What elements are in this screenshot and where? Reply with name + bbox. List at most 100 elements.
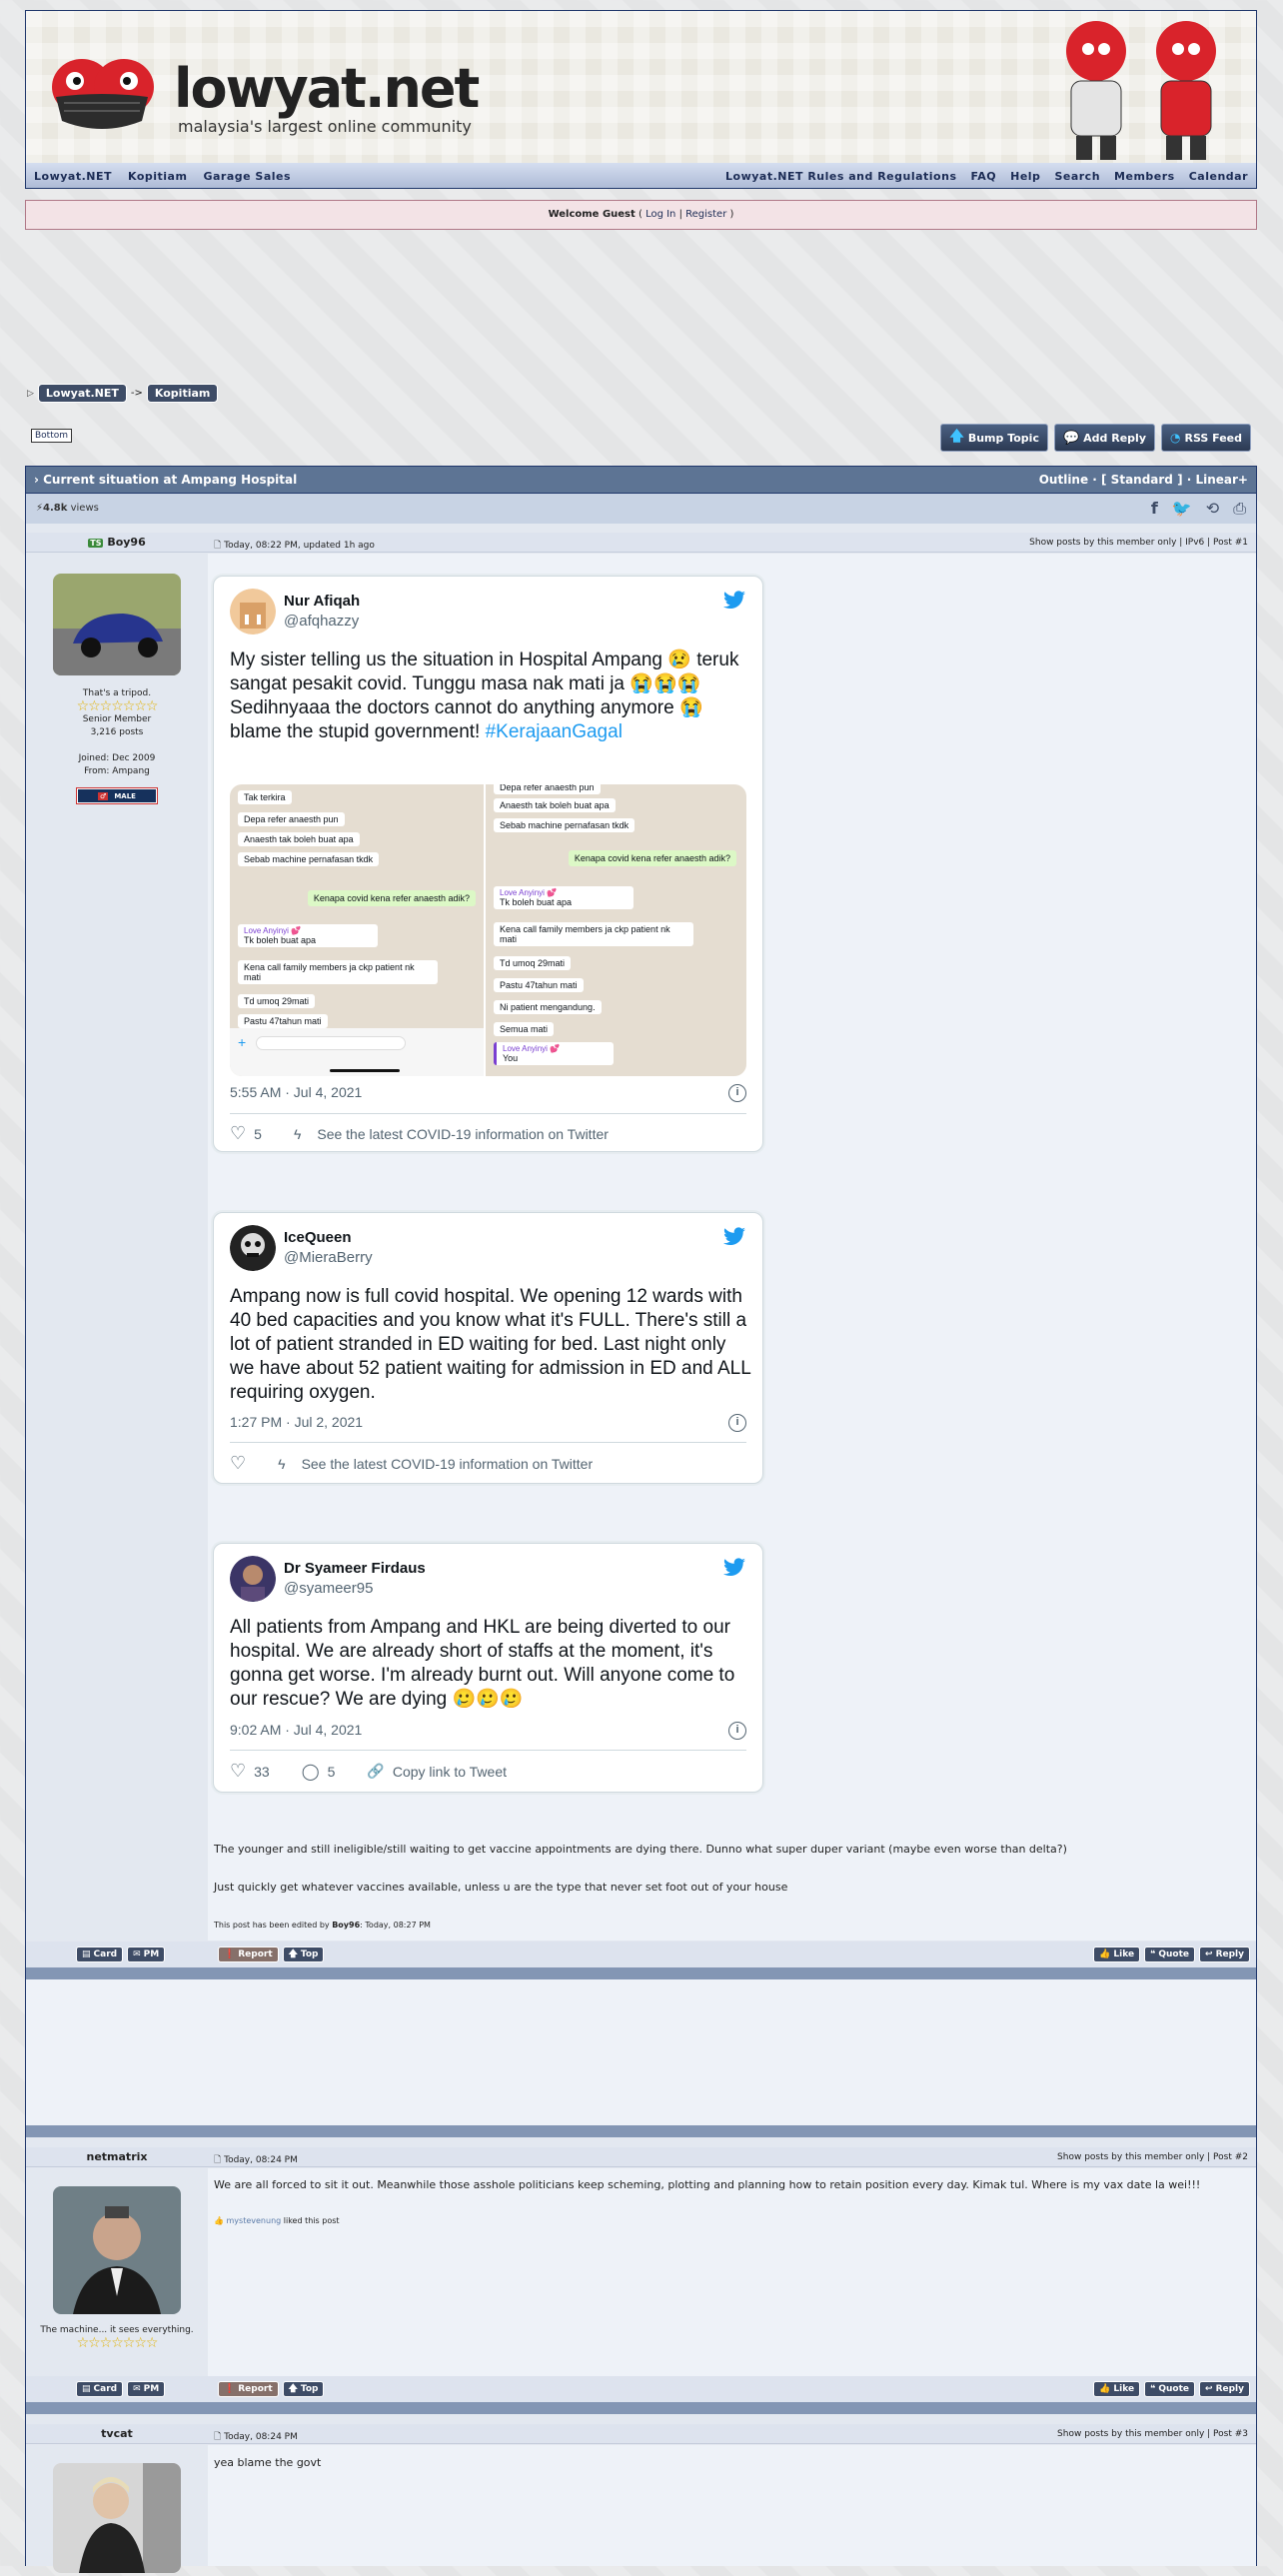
welcome-bar: Welcome Guest ( Log In | Register ) xyxy=(25,200,1257,230)
pm-button[interactable]: ✉ PM xyxy=(127,2381,166,2397)
tree-icon: ▷ xyxy=(27,388,34,399)
post-links[interactable]: Show posts by this member only | Post #2 xyxy=(1057,2152,1248,2162)
views-number: 4.8k xyxy=(43,503,68,514)
mascots-image xyxy=(1066,21,1216,160)
top-button[interactable]: 🡅 Top xyxy=(282,2381,325,2397)
chat-bubble: Pastu 47tahun mati xyxy=(238,1014,328,1028)
embedded-tweet[interactable]: IceQueen @MieraBerry Ampang now is full … xyxy=(213,1212,763,1484)
nav-calendar[interactable]: Calendar xyxy=(1189,170,1248,183)
card-button[interactable]: ▤ Card xyxy=(76,2381,124,2397)
print-icon[interactable]: ⎙ xyxy=(1233,499,1246,519)
heart-icon[interactable]: ♡ xyxy=(230,1761,246,1782)
nav-garage-sales[interactable]: Garage Sales xyxy=(203,170,291,183)
nav-help[interactable]: Help xyxy=(1010,170,1040,183)
twitter-bird-icon[interactable] xyxy=(722,1558,746,1578)
top-button[interactable]: 🡅 Top xyxy=(282,1946,325,1962)
nav-faq[interactable]: FAQ xyxy=(971,170,997,183)
rss-feed-button[interactable]: ◔ RSS Feed xyxy=(1161,424,1251,452)
reply-count[interactable]: 5 xyxy=(328,1764,336,1780)
like-count[interactable]: 5 xyxy=(254,1126,262,1142)
heart-icon[interactable]: ♡ xyxy=(230,1453,246,1474)
bottom-button[interactable]: Bottom xyxy=(31,429,73,443)
twitter-icon[interactable]: 🐦 xyxy=(1172,499,1192,519)
covid-info-link[interactable]: See the latest COVID-19 information on T… xyxy=(317,1126,609,1142)
post-body xyxy=(208,2445,1256,2566)
tweet-avatar[interactable] xyxy=(230,1556,276,1602)
nav-lowyat[interactable]: Lowyat.NET xyxy=(34,170,112,183)
copy-link[interactable]: Copy link to Tweet xyxy=(393,1764,507,1780)
reply-bubble-icon[interactable]: ◯ xyxy=(302,1762,320,1782)
post-links[interactable]: Show posts by this member only | Post #3 xyxy=(1057,2429,1248,2439)
bump-topic-button[interactable]: 🡅 Bump Topic xyxy=(940,424,1048,452)
tweet-text: My sister telling us the situation in Ho… xyxy=(230,648,749,744)
bolt-icon: ϟ xyxy=(278,1455,286,1472)
tweet-date[interactable]: 1:27 PM · Jul 2, 2021 xyxy=(230,1414,363,1430)
avatar[interactable] xyxy=(53,2463,181,2573)
tweet-handle[interactable]: @MieraBerry xyxy=(284,1249,373,1266)
like-button[interactable]: 👍 Like xyxy=(1093,2381,1141,2397)
like-button[interactable]: 👍 Like xyxy=(1093,1946,1141,1962)
tweet-author[interactable]: Nur Afiqah xyxy=(284,593,360,610)
post-links[interactable]: Show posts by this member only | IPv6 | … xyxy=(1029,538,1248,548)
post-author[interactable]: netmatrix xyxy=(26,2150,208,2163)
mask-logo-icon[interactable] xyxy=(42,41,162,141)
home-indicator xyxy=(330,1069,400,1072)
tweet-hashtag[interactable]: #KerajaanGagal xyxy=(486,721,623,742)
like-count[interactable]: 33 xyxy=(254,1764,270,1780)
edit-user[interactable]: Boy96 xyxy=(332,1921,360,1930)
chat-screenshot-right: Depa refer anaesth pun Anaesth tak boleh… xyxy=(486,784,744,1076)
author-name[interactable]: Boy96 xyxy=(107,536,145,549)
reply-button[interactable]: ↩ Reply xyxy=(1199,1946,1250,1962)
quote-button[interactable]: ❝ Quote xyxy=(1144,2381,1196,2397)
report-button[interactable]: ❗ Report xyxy=(218,2381,279,2397)
history-icon[interactable]: ⟲ xyxy=(1206,499,1219,519)
info-icon[interactable]: i xyxy=(728,1722,746,1740)
tweet-avatar[interactable] xyxy=(230,1225,276,1271)
tweet-image[interactable]: Tak terkira Depa refer anaesth pun Anaes… xyxy=(230,784,746,1076)
quote-icon: ❝ xyxy=(1150,1949,1156,1959)
nav-kopitiam[interactable]: Kopitiam xyxy=(128,170,187,183)
report-button[interactable]: ❗ Report xyxy=(218,1946,279,1962)
tweet-author[interactable]: Dr Syameer Firdaus xyxy=(284,1560,426,1577)
twitter-bird-icon[interactable] xyxy=(722,1227,746,1247)
breadcrumb-kopitiam[interactable]: Kopitiam xyxy=(146,384,219,403)
tweet-date[interactable]: 9:02 AM · Jul 4, 2021 xyxy=(230,1722,362,1738)
info-icon[interactable]: i xyxy=(728,1414,746,1432)
register-link[interactable]: Register xyxy=(685,209,726,220)
ad-space xyxy=(26,1979,1256,2125)
embedded-tweet[interactable]: Nur Afiqah @afqhazzy My sister telling u… xyxy=(213,576,763,1152)
covid-info-link[interactable]: See the latest COVID-19 information on T… xyxy=(302,1456,594,1472)
view-modes[interactable]: Outline · [ Standard ] · Linear+ xyxy=(1039,473,1248,487)
post-author[interactable]: tvcat xyxy=(26,2427,208,2440)
quote-button[interactable]: ❝ Quote xyxy=(1144,1946,1196,1962)
main-navbar: Lowyat.NET Kopitiam Garage Sales Lowyat.… xyxy=(25,163,1257,189)
link-icon[interactable]: 🔗 xyxy=(367,1763,384,1780)
tweet-avatar[interactable] xyxy=(230,589,276,635)
logo-text[interactable]: lowyat.net xyxy=(174,57,480,120)
tweet-handle[interactable]: @afqhazzy xyxy=(284,613,359,630)
reply-button[interactable]: ↩ Reply xyxy=(1199,2381,1250,2397)
avatar[interactable] xyxy=(53,574,181,675)
twitter-bird-icon[interactable] xyxy=(722,591,746,611)
like-note: 👍 mystevenung liked this post xyxy=(214,2216,340,2225)
facebook-icon[interactable]: f xyxy=(1151,499,1158,519)
login-link[interactable]: Log In xyxy=(645,209,675,220)
post-footer: ▤ Card ✉ PM ❗ Report 🡅 Top 👍 Like ❝ Quote ↩ Rep… xyxy=(26,1941,1256,1967)
add-reply-button[interactable]: 💬 Add Reply xyxy=(1053,424,1155,452)
nav-rules[interactable]: Lowyat.NET Rules and Regulations xyxy=(725,170,956,183)
tweet-author[interactable]: IceQueen xyxy=(284,1229,352,1246)
post-author[interactable]: TS Boy96 xyxy=(26,536,208,549)
card-button[interactable]: ▤ Card xyxy=(76,1946,124,1962)
nav-members[interactable]: Members xyxy=(1114,170,1175,183)
tweet-handle[interactable]: @syameer95 xyxy=(284,1580,373,1597)
heart-icon[interactable]: ♡ xyxy=(230,1123,246,1144)
breadcrumb-lowyat[interactable]: Lowyat.NET xyxy=(37,384,127,403)
views-label: views xyxy=(70,503,99,514)
info-icon[interactable]: i xyxy=(728,1084,746,1102)
tweet-date[interactable]: 5:55 AM · Jul 4, 2021 xyxy=(230,1084,362,1100)
embedded-tweet[interactable]: Dr Syameer Firdaus @syameer95 All patien… xyxy=(213,1543,763,1793)
liker-link[interactable]: mystevenung xyxy=(227,2216,282,2225)
pm-button[interactable]: ✉ PM xyxy=(127,1946,166,1962)
avatar[interactable] xyxy=(53,2186,181,2314)
nav-search[interactable]: Search xyxy=(1054,170,1100,183)
